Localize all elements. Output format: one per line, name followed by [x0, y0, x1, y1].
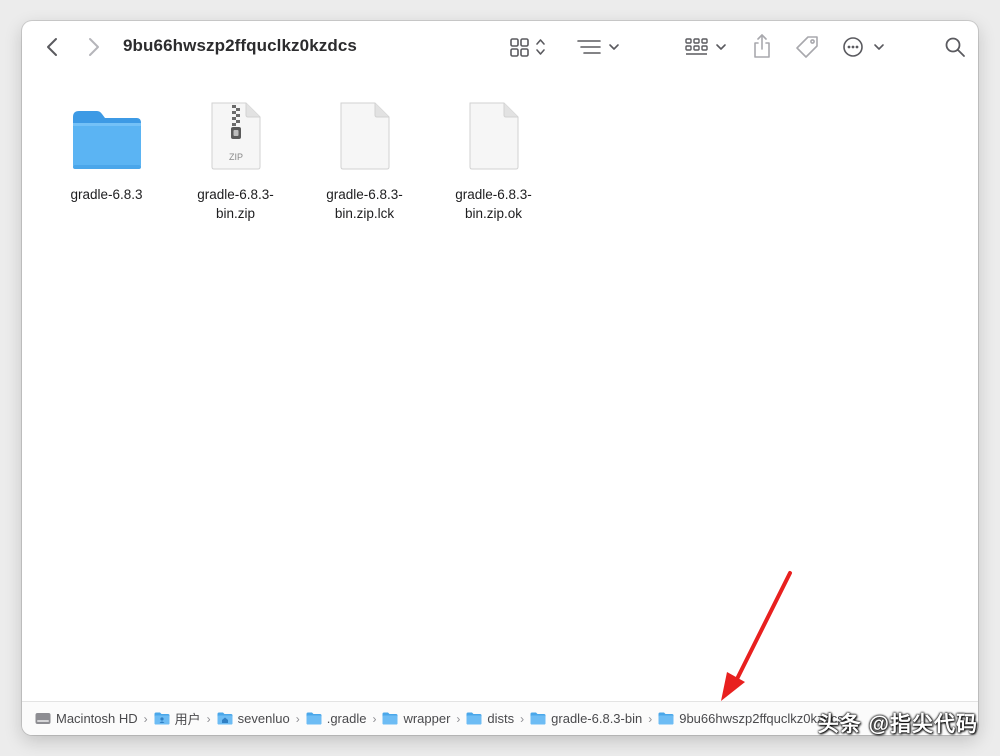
- folder-icon: [530, 712, 546, 726]
- grid-view-icon: [510, 38, 545, 57]
- path-item-gradle-bin[interactable]: gradle-6.8.3-bin: [530, 711, 642, 726]
- folder-icon: [154, 712, 170, 726]
- path-item-label: .gradle: [326, 711, 367, 726]
- path-item-macintosh-hd[interactable]: Macintosh HD: [35, 711, 138, 726]
- more-actions-button[interactable]: [842, 34, 888, 60]
- path-item-label: sevenluo: [237, 711, 290, 726]
- search-button[interactable]: [942, 34, 968, 60]
- path-item-current[interactable]: 9bu66hwszp2ffquclkz0kzdcs: [658, 711, 844, 726]
- document-icon: [454, 93, 534, 171]
- file-name: gradle-6.8.3-bin.zip.ok: [455, 187, 532, 221]
- chevron-right-icon: ›: [143, 711, 148, 726]
- chevron-right-icon: ›: [648, 711, 653, 726]
- file-item-folder[interactable]: gradle-6.8.3: [42, 93, 171, 223]
- chevron-left-icon: [47, 38, 57, 56]
- toolbar: 9bu66hwszp2ffquclkz0kzdcs: [22, 21, 978, 73]
- path-item-dists[interactable]: dists: [466, 711, 514, 726]
- chevron-right-icon: ›: [456, 711, 461, 726]
- disk-icon: [35, 712, 51, 726]
- chevron-right-icon: ›: [206, 711, 211, 726]
- home-folder-icon: [217, 712, 233, 726]
- chevron-right-icon: ›: [295, 711, 300, 726]
- back-button[interactable]: [40, 35, 64, 59]
- path-item-label: gradle-6.8.3-bin: [551, 711, 643, 726]
- share-icon: [754, 34, 770, 58]
- file-name: gradle-6.8.3-bin.zip: [197, 187, 274, 221]
- view-mode-button[interactable]: [508, 34, 552, 60]
- tag-button[interactable]: [793, 33, 821, 61]
- file-item-zip[interactable]: ZIP gradle-6.8.3-bin.zip: [171, 93, 300, 223]
- path-item-wrapper[interactable]: wrapper: [382, 711, 450, 726]
- group-button[interactable]: [684, 34, 730, 60]
- share-button[interactable]: [750, 32, 774, 60]
- file-item-lck[interactable]: gradle-6.8.3-bin.zip.lck: [300, 93, 429, 223]
- group-icon: [685, 38, 726, 55]
- finder-window: 9bu66hwszp2ffquclkz0kzdcs gradle-6.8.3 Z…: [22, 21, 978, 735]
- document-icon: [325, 93, 405, 171]
- ellipsis-circle-icon: [843, 37, 884, 57]
- folder-icon: [658, 712, 674, 726]
- zip-badge: ZIP: [228, 152, 242, 162]
- file-item-ok[interactable]: gradle-6.8.3-bin.zip.ok: [429, 93, 558, 223]
- path-item-gradle[interactable]: .gradle: [306, 711, 367, 726]
- sort-options-button[interactable]: [575, 34, 623, 60]
- folder-icon: [382, 712, 398, 726]
- window-title: 9bu66hwszp2ffquclkz0kzdcs: [123, 36, 357, 55]
- path-item-users[interactable]: 用户: [154, 709, 201, 728]
- path-item-label: dists: [487, 711, 515, 726]
- chevron-right-icon: [89, 38, 99, 56]
- list-options-icon: [577, 40, 619, 54]
- file-name: gradle-6.8.3: [70, 187, 143, 202]
- search-icon: [945, 37, 965, 57]
- tag-icon: [796, 36, 818, 58]
- folder-icon: [466, 712, 482, 726]
- file-name: gradle-6.8.3-bin.zip.lck: [326, 187, 403, 221]
- path-item-label: Macintosh HD: [56, 711, 138, 726]
- path-item-sevenluo[interactable]: sevenluo: [217, 711, 290, 726]
- path-item-label: wrapper: [403, 711, 451, 726]
- path-item-label: 用户: [174, 712, 201, 727]
- file-grid: gradle-6.8.3 ZIP gradle-6.8.3-bin.zip gr…: [42, 93, 558, 223]
- watermark: 头条 @指尖代码: [817, 713, 978, 736]
- zip-archive-icon: ZIP: [196, 93, 276, 171]
- forward-button[interactable]: [82, 35, 106, 59]
- folder-icon: [306, 712, 322, 726]
- chevron-right-icon: ›: [372, 711, 377, 726]
- chevron-right-icon: ›: [520, 711, 525, 726]
- folder-icon: [67, 93, 147, 171]
